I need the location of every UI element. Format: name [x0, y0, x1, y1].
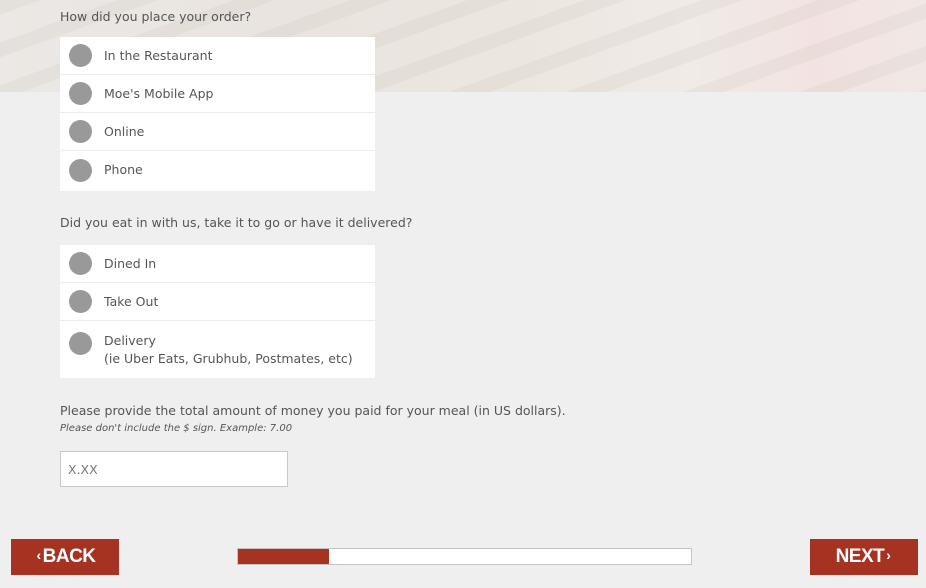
chevron-right-icon: › — [886, 547, 891, 563]
progress-bar — [237, 548, 692, 565]
question-dining-type: Did you eat in with us, take it to go or… — [60, 215, 413, 230]
chevron-left-icon: ‹ — [36, 547, 41, 563]
question-amount-paid: Please provide the total amount of money… — [60, 403, 566, 418]
option-mobile-app[interactable]: Moe's Mobile App — [60, 75, 375, 113]
option-phone[interactable]: Phone — [60, 151, 375, 189]
option-take-out[interactable]: Take Out — [60, 283, 375, 321]
radio-button[interactable] — [69, 44, 92, 67]
option-label: In the Restaurant — [104, 47, 213, 63]
option-label: Take Out — [104, 293, 159, 309]
delivery-label: Delivery — [104, 333, 156, 348]
radio-button[interactable] — [69, 252, 92, 275]
delivery-sublabel: (ie Uber Eats, Grubhub, Postmates, etc) — [104, 351, 353, 366]
next-label: NEXT — [835, 546, 885, 567]
progress-fill — [238, 549, 329, 564]
amount-hint: Please don't include the $ sign. Example… — [60, 423, 293, 434]
back-label: BACK — [42, 546, 96, 567]
option-dined-in[interactable]: Dined In — [60, 245, 375, 283]
option-label: Online — [104, 123, 145, 139]
option-in-restaurant[interactable]: In the Restaurant — [60, 37, 375, 75]
question-order-method: How did you place your order? — [60, 9, 252, 24]
radio-button[interactable] — [69, 82, 92, 105]
radio-button[interactable] — [69, 290, 92, 313]
radio-button[interactable] — [69, 158, 92, 182]
option-delivery[interactable]: Delivery (ie Uber Eats, Grubhub, Postmat… — [60, 321, 375, 378]
amount-input[interactable] — [60, 451, 288, 487]
next-button[interactable]: NEXT › — [810, 539, 918, 575]
radio-button[interactable] — [69, 120, 92, 143]
option-online[interactable]: Online — [60, 113, 375, 151]
dining-type-options: Dined In Take Out Delivery (ie Uber Eats… — [60, 245, 375, 378]
option-label: Moe's Mobile App — [104, 85, 214, 101]
option-label: Phone — [104, 162, 143, 177]
back-button[interactable]: ‹ BACK — [11, 539, 119, 575]
option-label: Delivery (ie Uber Eats, Grubhub, Postmat… — [104, 332, 353, 368]
radio-button[interactable] — [69, 332, 92, 355]
option-label: Dined In — [104, 255, 157, 271]
order-method-options: In the Restaurant Moe's Mobile App Onlin… — [60, 37, 375, 191]
